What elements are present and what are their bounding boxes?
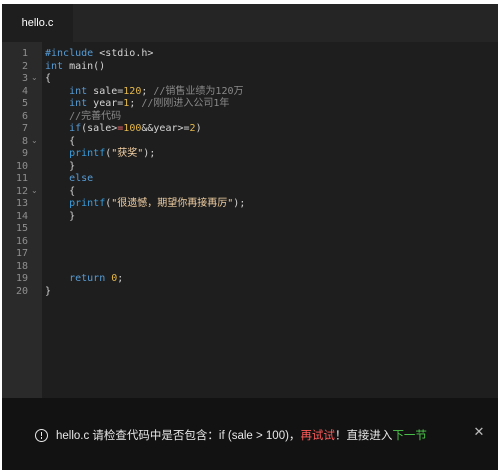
code-line: } <box>45 161 75 174</box>
code-line: int sale=120; //销售业绩为120万 <box>45 85 244 99</box>
line-number: 20 <box>15 285 28 297</box>
line-number: 14 <box>15 210 28 222</box>
code-token: if <box>69 123 82 134</box>
code-line: printf("很遗憾，期望你再接再厉"); <box>45 198 245 211</box>
line-number: 1 <box>21 48 28 59</box>
notification-text: hello.c 请检查代码中是否包含：if (sale > 100)， <box>56 430 301 442</box>
line-number: 7 <box>21 123 28 134</box>
code-token: ) <box>195 123 202 134</box>
code-line: printf("获奖"); <box>45 148 155 161</box>
line-number: 13 <box>15 198 28 209</box>
code-line: //完善代码 <box>45 111 121 124</box>
next-section-link[interactable]: 下一节 <box>392 427 427 443</box>
line-number: 6 <box>21 110 28 122</box>
info-icon <box>35 428 48 442</box>
line-number: 3 <box>21 73 28 84</box>
code-line: { <box>45 186 75 199</box>
code-line: } <box>45 211 75 224</box>
tab-hello-c[interactable]: hello.c <box>2 4 73 42</box>
code-token: printf <box>69 148 106 159</box>
code-token: //完善代码 <box>69 110 122 122</box>
code-line: if(sale>=100&&year>=2) <box>45 123 202 136</box>
line-number: 8 <box>21 135 28 147</box>
code-token: } <box>45 210 76 222</box>
code-token: { <box>45 73 52 84</box>
code-line: int main() <box>45 61 105 74</box>
notification-bar: hello.c 请检查代码中是否包含：if (sale > 100)， 再试试 … <box>2 398 498 470</box>
code-token: <stdio.h> <box>93 48 154 59</box>
line-number-gutter: 1 2 3 4 5 6 7 8 9 10 11 12 13 14 15 16 1… <box>2 42 42 398</box>
code-token: } <box>45 160 76 172</box>
code-token: (sale> <box>81 123 118 134</box>
code-token: sale= <box>87 85 124 97</box>
code-token: &&year>= <box>141 123 190 134</box>
code-line: } <box>45 286 51 299</box>
code-line: #include <stdio.h> <box>45 48 153 61</box>
fold-chevron-icon[interactable]: ⌄ <box>31 136 38 145</box>
code-token: { <box>45 185 76 197</box>
code-token: 100 <box>123 123 142 134</box>
code-line: return 0; <box>45 273 123 286</box>
retry-text: 再试试 <box>300 430 335 442</box>
fold-chevron-icon[interactable]: ⌄ <box>31 73 38 82</box>
code-token: "很遗憾，期望你再接再厉" <box>111 198 234 209</box>
line-number: 12 <box>15 185 28 197</box>
code-line: int year=1; //刚刚进入公司1年 <box>45 98 229 111</box>
code-token: { <box>45 135 76 147</box>
line-number: 9 <box>21 148 28 159</box>
code-token: ; <box>129 98 142 109</box>
close-icon[interactable]: ✕ <box>472 425 486 439</box>
code-token: ); <box>233 198 246 209</box>
line-number: 10 <box>15 160 28 172</box>
editor-window: hello.c 1 2 3 4 5 6 7 8 9 10 11 12 13 14… <box>2 4 498 470</box>
code-token: //销售业绩为120万 <box>153 85 244 97</box>
goto-text: 直接进入 <box>346 430 393 442</box>
code-token: ; <box>141 85 154 97</box>
code-line: { <box>45 136 75 149</box>
line-number: 16 <box>15 235 28 247</box>
fold-chevron-icon[interactable]: ⌄ <box>31 186 38 195</box>
code-line: else <box>45 173 93 186</box>
code-token: int <box>69 85 88 97</box>
code-token: else <box>69 173 94 184</box>
notification-message: hello.c 请检查代码中是否包含：if (sale > 100)， 再试试 … <box>35 426 427 444</box>
line-number: 15 <box>15 223 28 234</box>
code-token: return <box>69 273 106 284</box>
line-number: 5 <box>21 98 28 109</box>
line-number: 11 <box>15 173 28 184</box>
tab-bar: hello.c <box>2 4 498 42</box>
code-token: year= <box>87 98 124 109</box>
line-number: 4 <box>21 85 28 97</box>
line-number: 19 <box>15 273 28 284</box>
code-token: printf <box>69 198 106 209</box>
code-token: 120 <box>123 85 142 97</box>
line-number: 17 <box>15 248 28 259</box>
code-token: ); <box>143 148 156 159</box>
code-token: ; <box>117 273 124 284</box>
code-token: int <box>69 98 88 109</box>
exclamation-text: ！ <box>334 430 347 442</box>
code-line: { <box>45 73 51 86</box>
code-token: #include <box>45 48 94 59</box>
line-number: 18 <box>15 260 28 272</box>
code-token: int <box>45 60 64 72</box>
line-number: 2 <box>21 60 28 72</box>
code-token: //刚刚进入公司1年 <box>141 98 230 109</box>
code-editor[interactable]: #include <stdio.h> int main(){ int sale=1… <box>42 42 498 398</box>
code-token: } <box>45 285 52 297</box>
code-token: "获奖" <box>111 148 144 159</box>
code-token: main() <box>63 60 106 72</box>
